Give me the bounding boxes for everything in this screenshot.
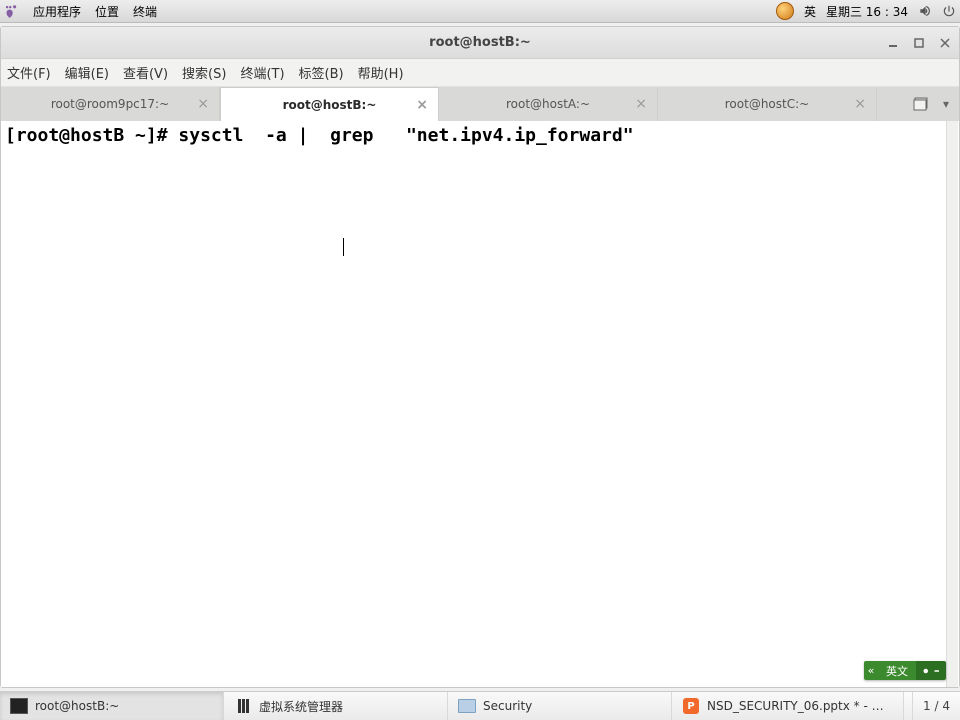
ime-collapse-icon[interactable]: «: [864, 661, 878, 680]
clock[interactable]: 星期三 16 : 34: [826, 3, 908, 20]
tab-bar: root@room9pc17:~ × root@hostB:~ × root@h…: [1, 87, 959, 121]
ime-mode-icons[interactable]: [916, 661, 946, 680]
scrollbar[interactable]: [946, 121, 958, 687]
task-vmm[interactable]: 虚拟系统管理器: [224, 692, 448, 720]
minimize-button[interactable]: [885, 35, 901, 51]
task-label: 虚拟系统管理器: [259, 698, 343, 715]
close-button[interactable]: [937, 35, 953, 51]
tab-room9pc17[interactable]: root@room9pc17:~ ×: [1, 87, 220, 121]
menu-file[interactable]: 文件(F): [7, 63, 51, 82]
menu-terminal[interactable]: 终端: [133, 3, 157, 20]
task-label: root@hostB:~: [35, 699, 119, 713]
window-title: root@hostB:~: [429, 35, 531, 50]
menu-edit[interactable]: 编辑(E): [65, 63, 109, 82]
menu-search[interactable]: 搜索(S): [182, 63, 226, 82]
tab-label: root@hostA:~: [506, 97, 590, 111]
terminal-viewport[interactable]: [root@hostB ~]# sysctl -a | grep "net.ip…: [1, 121, 959, 687]
tab-close-icon[interactable]: ×: [854, 96, 866, 112]
titlebar[interactable]: root@hostB:~: [1, 27, 959, 59]
volume-icon[interactable]: [918, 4, 932, 18]
menu-terminal[interactable]: 终端(T): [240, 63, 284, 82]
menu-applications[interactable]: 应用程序: [33, 3, 81, 20]
new-tab-icon[interactable]: [913, 95, 929, 114]
ime-floating-pill[interactable]: « 英文: [864, 661, 946, 680]
menubar: 文件(F) 编辑(E) 查看(V) 搜索(S) 终端(T) 标签(B) 帮助(H…: [1, 59, 959, 87]
wps-icon: P: [682, 698, 700, 714]
tab-label: root@hostC:~: [725, 97, 809, 111]
tab-label: root@room9pc17:~: [51, 97, 169, 111]
tab-hosta[interactable]: root@hostA:~ ×: [439, 87, 658, 121]
tab-close-icon[interactable]: ×: [416, 97, 428, 113]
task-security-folder[interactable]: Security: [448, 692, 672, 720]
activities-icon[interactable]: [4, 4, 19, 19]
text-cursor: [343, 238, 344, 256]
ime-language-label[interactable]: 英文: [878, 661, 916, 680]
ime-indicator[interactable]: 英: [804, 3, 816, 20]
folder-icon: [458, 698, 476, 714]
bottom-taskbar: root@hostB:~ 虚拟系统管理器 Security P NSD_SECU…: [0, 691, 960, 720]
tab-menu-chevron-icon[interactable]: ▾: [943, 97, 949, 111]
task-terminal[interactable]: root@hostB:~: [0, 692, 224, 720]
vmm-icon: [234, 698, 252, 714]
maximize-button[interactable]: [911, 35, 927, 51]
power-icon[interactable]: [942, 4, 956, 18]
tab-hostc[interactable]: root@hostC:~ ×: [658, 87, 877, 121]
terminal-line: [root@hostB ~]# sysctl -a | grep "net.ip…: [5, 125, 634, 146]
task-label: Security: [483, 699, 532, 713]
user-status-icon[interactable]: [776, 2, 794, 20]
tab-hostb[interactable]: root@hostB:~ ×: [220, 87, 439, 121]
tab-label: root@hostB:~: [283, 98, 377, 112]
task-label: NSD_SECURITY_06.pptx * - W…: [707, 699, 893, 713]
menu-tabs[interactable]: 标签(B): [299, 63, 344, 82]
menu-view[interactable]: 查看(V): [123, 63, 168, 82]
tab-close-icon[interactable]: ×: [635, 96, 647, 112]
system-top-bar: 应用程序 位置 终端 英 星期三 16 : 34: [0, 0, 960, 23]
menu-places[interactable]: 位置: [95, 3, 119, 20]
menu-help[interactable]: 帮助(H): [358, 63, 404, 82]
workspace-pager[interactable]: 1 / 4: [912, 692, 960, 720]
task-pptx[interactable]: P NSD_SECURITY_06.pptx * - W…: [672, 692, 904, 720]
terminal-icon: [10, 698, 28, 714]
tab-close-icon[interactable]: ×: [197, 96, 209, 112]
terminal-window: root@hostB:~ 文件(F) 编辑(E) 查看(V) 搜索(S) 终端(…: [0, 26, 960, 688]
